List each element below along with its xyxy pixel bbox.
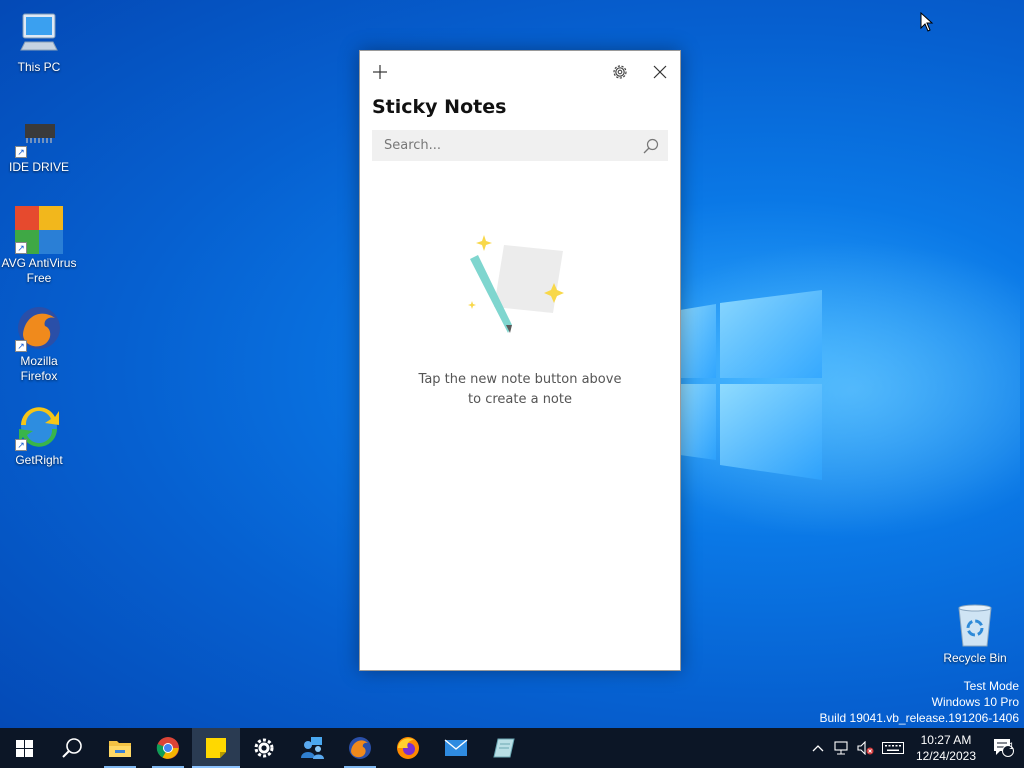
gear-icon <box>254 738 274 758</box>
search-icon[interactable] <box>642 137 660 155</box>
empty-state-message: Tap the new note button above to create … <box>360 370 680 410</box>
taskbar-settings[interactable] <box>240 728 288 768</box>
desktop-icon-label: Mozilla Firefox <box>20 354 58 383</box>
test-mode-watermark: Test Mode Windows 10 Pro Build 19041.vb_… <box>820 678 1020 726</box>
gear-icon <box>613 65 627 79</box>
notification-count-badge: 1 <box>1009 741 1015 751</box>
search-box[interactable] <box>372 130 668 161</box>
network-button[interactable] <box>830 728 854 768</box>
taskbar-chrome[interactable] <box>144 728 192 768</box>
firefox-icon: ↗ <box>15 304 63 352</box>
network-icon <box>834 741 848 755</box>
recycle-bin-icon <box>958 604 992 647</box>
folder-icon <box>109 741 131 757</box>
volume-muted-icon <box>857 741 874 755</box>
taskbar-search-button[interactable] <box>48 728 96 768</box>
people-icon <box>301 737 324 759</box>
recycle-bin-label: Recycle Bin <box>943 651 1007 665</box>
system-tray: 10:27 AM 12/24/2023 1 <box>806 728 1024 768</box>
mouse-cursor-icon <box>920 12 934 32</box>
sticky-notes-window: Sticky Notes Tap the new note button abo… <box>359 50 681 671</box>
volume-button[interactable] <box>854 728 878 768</box>
show-hidden-icons-button[interactable] <box>806 728 830 768</box>
desktop-icon-label: GetRight <box>15 453 63 467</box>
app-title: Sticky Notes <box>372 96 507 118</box>
computer-icon <box>15 10 63 58</box>
avg-icon: ↗ <box>15 206 63 254</box>
keyboard-icon <box>881 742 904 754</box>
chip-icon: ↗ <box>15 110 63 158</box>
shortcut-arrow-icon: ↗ <box>15 340 27 352</box>
desktop-icon-label: AVG AntiVirus Free <box>1 256 77 285</box>
taskbar-firefox-alt[interactable] <box>384 728 432 768</box>
close-button[interactable] <box>649 61 671 83</box>
new-note-button[interactable] <box>369 61 391 83</box>
shortcut-arrow-icon: ↗ <box>15 146 27 158</box>
watermark-line1: Test Mode <box>963 679 1019 693</box>
settings-button[interactable] <box>609 61 631 83</box>
empty-notes-illustration <box>468 235 564 333</box>
search-icon <box>62 738 82 758</box>
desktop-icon-label: This PC <box>17 60 61 74</box>
desktop-icon-this-pc[interactable]: This PC <box>1 10 77 75</box>
windows-logo-wallpaper <box>680 290 822 480</box>
search-input[interactable] <box>372 130 632 161</box>
getright-icon: ↗ <box>15 403 63 451</box>
empty-state-line2: to create a note <box>468 392 572 407</box>
empty-state-line1: Tap the new note button above <box>418 372 622 387</box>
windows-icon <box>15 739 33 757</box>
sticky-notes-icon <box>206 738 226 758</box>
close-icon <box>653 65 667 79</box>
watermark-line3: Build 19041.vb_release.191206-1406 <box>819 711 1020 725</box>
watermark-line2: Windows 10 Pro <box>931 695 1019 709</box>
taskbar-file-explorer[interactable] <box>96 728 144 768</box>
firefox-icon <box>349 737 371 759</box>
shortcut-arrow-icon: ↗ <box>15 242 27 254</box>
keyboard-button[interactable] <box>878 728 908 768</box>
mail-icon <box>444 739 468 756</box>
shortcut-arrow-icon: ↗ <box>15 439 27 451</box>
clock-time: 10:27 AM <box>920 733 972 747</box>
taskbar-firefox[interactable] <box>336 728 384 768</box>
start-button[interactable] <box>0 728 48 768</box>
plus-icon <box>373 65 387 79</box>
desktop-icon-recycle-bin[interactable]: Recycle Bin <box>936 602 1014 665</box>
chrome-icon <box>156 737 179 759</box>
desktop-icon-ide-drive[interactable]: ↗ IDE DRIVE <box>1 110 77 175</box>
taskbar-clock[interactable]: 10:27 AM 12/24/2023 <box>908 732 984 764</box>
desktop-icon-avg[interactable]: ↗ AVG AntiVirus Free <box>1 206 77 286</box>
desktop-icon-firefox[interactable]: ↗ Mozilla Firefox <box>1 304 77 384</box>
taskbar-people[interactable] <box>288 728 336 768</box>
taskbar-sticky-notes[interactable] <box>192 728 240 768</box>
taskbar-app[interactable] <box>480 728 528 768</box>
clock-date: 12/24/2023 <box>915 749 976 763</box>
chevron-up-icon <box>812 745 824 752</box>
desktop-icon-getright[interactable]: ↗ GetRight <box>1 403 77 468</box>
app-icon <box>493 738 515 758</box>
desktop-icon-label: IDE DRIVE <box>8 160 69 174</box>
firefox-icon <box>397 737 419 759</box>
action-center-button[interactable]: 1 <box>984 728 1024 768</box>
taskbar-mail[interactable] <box>432 728 480 768</box>
taskbar: 10:27 AM 12/24/2023 1 <box>0 728 1024 768</box>
sticky-notes-titlebar[interactable] <box>360 51 680 91</box>
